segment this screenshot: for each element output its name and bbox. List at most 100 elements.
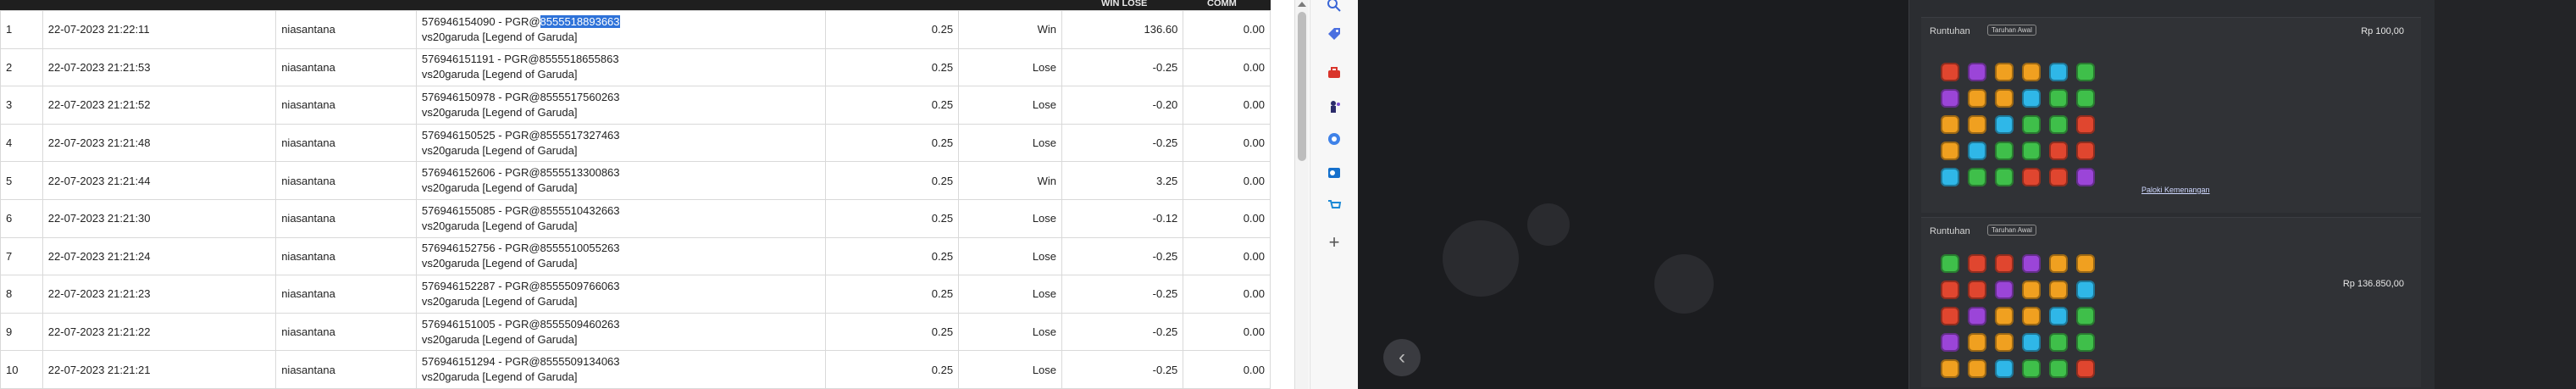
symbol-gem <box>2049 63 2068 81</box>
row-date: 22-07-2023 21:21:30 <box>42 198 277 238</box>
back-arrow-button[interactable]: ‹ <box>1383 339 1421 376</box>
symbol-gem <box>2076 307 2095 325</box>
row-description: 576946150978 - PGR@8555517560263 vs20garu… <box>415 86 826 125</box>
chess-icon[interactable] <box>1322 95 1346 119</box>
table-row[interactable]: 8 22-07-2023 21:21:23 niasantana 5769461522… <box>0 275 1271 314</box>
header-comm: COMM <box>1207 0 1237 8</box>
symbol-gem <box>2076 63 2095 81</box>
row-win-lose: -0.12 <box>1061 198 1184 238</box>
row-win-lose: -0.25 <box>1061 275 1184 314</box>
row-description: 576946152606 - PGR@8555513300863 vs20garu… <box>415 161 826 200</box>
row-number: 3 <box>0 86 43 125</box>
row-description-line1: 576946151294 - PGR@8555509134063 <box>422 354 820 370</box>
row-number: 8 <box>0 275 43 314</box>
result-card-1: Runtuhan Taruhan Awal Rp 100,00 Paloki K… <box>1921 17 2421 213</box>
row-result: Lose <box>958 86 1063 125</box>
scroll-up-arrow-icon[interactable] <box>1298 2 1306 7</box>
table-row[interactable]: 3 22-07-2023 21:21:52 niasantana 5769461509… <box>0 86 1271 125</box>
row-username: niasantana <box>275 350 417 389</box>
row-description-line1: 576946150978 - PGR@8555517560263 <box>422 90 820 105</box>
symbol-gem <box>1995 168 2014 186</box>
outlook-icon[interactable] <box>1322 161 1346 185</box>
symbol-gem <box>1941 89 1959 108</box>
row-date: 22-07-2023 21:21:44 <box>42 161 277 200</box>
symbol-gem <box>1995 142 2014 160</box>
symbol-gem <box>2022 89 2041 108</box>
symbol-gem <box>2049 281 2068 299</box>
dimmed-background: ‹ <box>1358 0 1908 389</box>
table-row[interactable]: 5 22-07-2023 21:21:44 niasantana 5769461526… <box>0 161 1271 200</box>
row-bet: 0.25 <box>824 350 960 389</box>
row-ticket-id: 576946151191 - PGR@8555518655863 <box>421 53 619 66</box>
symbol-gem <box>1995 281 2014 299</box>
table-row[interactable]: 6 22-07-2023 21:21:30 niasantana 5769461550… <box>0 198 1271 238</box>
symbol-gem <box>1995 307 2014 325</box>
table-row[interactable]: 9 22-07-2023 21:21:22 niasantana 5769461510… <box>0 312 1271 352</box>
symbol-gem <box>1968 254 1986 273</box>
symbol-gem <box>1941 281 1959 299</box>
row-bet: 0.25 <box>824 47 960 87</box>
row-result: Win <box>958 161 1063 200</box>
table-row[interactable]: 7 22-07-2023 21:21:24 niasantana 5769461527… <box>0 236 1271 276</box>
row-username: niasantana <box>275 198 417 238</box>
row-description: 576946152287 - PGR@8555509766063 vs20garu… <box>415 275 826 314</box>
row-username: niasantana <box>275 10 417 49</box>
row-bet: 0.25 <box>824 123 960 163</box>
card-amount: Rp 100,00 <box>2361 26 2404 36</box>
row-bet: 0.25 <box>824 161 960 200</box>
row-number: 7 <box>0 236 43 276</box>
row-comm: 0.00 <box>1183 312 1271 352</box>
win-details-link[interactable]: Paloki Kemenangan <box>2141 186 2210 194</box>
row-comm: 0.00 <box>1183 350 1271 389</box>
vertical-scrollbar[interactable] <box>1294 0 1309 389</box>
toolbox-icon[interactable] <box>1322 61 1346 85</box>
row-win-lose: 3.25 <box>1061 161 1184 200</box>
row-win-lose: -0.25 <box>1061 47 1184 87</box>
table-header-bar: WIN LOSE COMM <box>0 0 1271 10</box>
symbol-gem <box>1968 115 1986 134</box>
row-win-lose: 136.60 <box>1061 10 1184 49</box>
row-game-name: vs20garuda [Legend of Garuda] <box>421 143 578 157</box>
tag-icon[interactable] <box>1322 22 1346 46</box>
symbol-gem <box>2049 254 2068 273</box>
header-win-lose: WIN LOSE <box>1101 0 1148 8</box>
symbol-gem <box>2049 359 2068 378</box>
symbol-gem <box>1941 115 1959 134</box>
symbol-gem <box>2049 142 2068 160</box>
row-comm: 0.00 <box>1183 275 1271 314</box>
row-game-name: vs20garuda [Legend of Garuda] <box>421 105 578 119</box>
row-game-name: vs20garuda [Legend of Garuda] <box>421 370 578 384</box>
row-game-name: vs20garuda [Legend of Garuda] <box>421 332 578 346</box>
add-icon[interactable]: + <box>1322 231 1346 254</box>
table-row[interactable]: 1 22-07-2023 21:22:11 niasantana 5769461540… <box>0 10 1271 49</box>
office-icon[interactable] <box>1322 127 1346 151</box>
row-date: 22-07-2023 21:21:24 <box>42 236 277 276</box>
table-row[interactable]: 10 22-07-2023 21:21:21 niasantana 576946151… <box>0 350 1271 389</box>
symbol-gem <box>1995 254 2014 273</box>
row-comm: 0.00 <box>1183 10 1271 49</box>
row-username: niasantana <box>275 236 417 276</box>
row-result: Lose <box>958 350 1063 389</box>
symbol-gem <box>2022 142 2041 160</box>
row-username: niasantana <box>275 161 417 200</box>
row-game-name: vs20garuda [Legend of Garuda] <box>421 294 578 308</box>
background-ornament <box>1654 254 1714 314</box>
row-number: 5 <box>0 161 43 200</box>
row-comm: 0.00 <box>1183 236 1271 276</box>
symbol-gem <box>2049 168 2068 186</box>
row-number: 1 <box>0 10 43 49</box>
background-ornament <box>1443 220 1519 297</box>
symbol-gem <box>2022 115 2041 134</box>
search-icon[interactable] <box>1322 0 1346 17</box>
scrollbar-thumb[interactable] <box>1298 12 1306 161</box>
row-description-line1: 576946152287 - PGR@8555509766063 <box>422 279 820 294</box>
symbol-gem <box>2076 142 2095 160</box>
browser-sidebar: + <box>1310 0 1359 389</box>
table-row[interactable]: 2 22-07-2023 21:21:53 niasantana 5769461511… <box>0 47 1271 87</box>
row-description-line1: 576946154090 - PGR@8555518893663 <box>422 14 820 30</box>
table-row[interactable]: 4 22-07-2023 21:21:48 niasantana 5769461505… <box>0 123 1271 163</box>
row-description-line1: 576946152756 - PGR@8555510055263 <box>422 241 820 256</box>
row-description: 576946151005 - PGR@8555509460263 vs20garu… <box>415 312 826 352</box>
row-game-name: vs20garuda [Legend of Garuda] <box>421 30 578 43</box>
shopping-icon[interactable] <box>1322 193 1346 217</box>
